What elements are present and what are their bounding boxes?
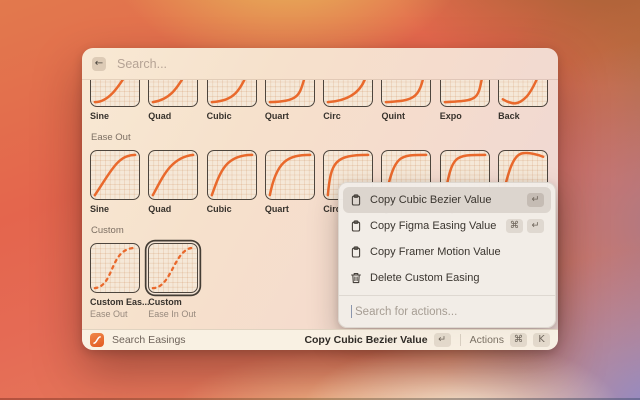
easing-card[interactable] — [148, 80, 198, 107]
easing-curve-thumbnail — [91, 244, 139, 292]
easing-cell: Back — [498, 80, 548, 121]
action-menu-item[interactable]: Copy Cubic Bezier Value ↵ — [343, 187, 551, 213]
easing-label: Cubic — [207, 204, 232, 214]
easing-label: Custom Eas... — [90, 297, 150, 307]
easing-label: Circ — [323, 111, 341, 121]
action-label: Copy Figma Easing Value — [370, 220, 498, 232]
easing-card[interactable] — [323, 80, 373, 107]
easing-cell: Cubic — [207, 80, 257, 121]
easing-subtitle: Ease Out — [90, 309, 128, 319]
arrow-left-icon: ← — [95, 57, 103, 71]
easing-cell: Quart — [265, 150, 315, 214]
easing-cell: Quart — [265, 80, 315, 121]
easing-cell: Circ — [323, 80, 373, 121]
easing-curve-thumbnail — [208, 151, 256, 199]
command-key-badge: ⌘ — [510, 333, 527, 347]
easing-cell: Sine — [90, 80, 140, 121]
easing-card[interactable] — [265, 80, 315, 107]
status-bar: Search Easings Copy Cubic Bezier Value ↵… — [82, 329, 558, 350]
trash-icon — [350, 272, 362, 284]
easing-label: Sine — [90, 204, 109, 214]
easing-curve-thumbnail — [149, 244, 197, 292]
shortcut-keys: ⌘↵ — [506, 219, 544, 233]
easing-cell: Quad — [148, 150, 198, 214]
easing-curve-thumbnail — [499, 80, 547, 106]
easing-curve-thumbnail — [324, 80, 372, 106]
easing-cell: Sine — [90, 150, 140, 214]
easing-card[interactable] — [207, 150, 257, 200]
section-header: Ease Out — [91, 133, 550, 143]
footer-divider — [460, 334, 461, 346]
easing-cell: Quint — [381, 80, 431, 121]
easing-curve-thumbnail — [91, 151, 139, 199]
easing-curve-thumbnail — [266, 80, 314, 106]
key-badge: ⌘ — [506, 219, 523, 233]
action-label: Delete Custom Easing — [370, 272, 536, 284]
easings-app-icon — [90, 333, 104, 347]
action-menu-item[interactable]: Copy Framer Motion Value — [343, 239, 551, 265]
actions-search-input[interactable]: Search for actions... — [339, 295, 555, 327]
easing-label: Custom — [148, 297, 182, 307]
easing-card[interactable] — [207, 80, 257, 107]
launcher-window: ← Sine Quad Cubic Quart Circ Quint Expo Back Eas… — [82, 48, 558, 350]
actions-search-placeholder: Search for actions... — [353, 306, 457, 318]
easing-curve-thumbnail — [441, 80, 489, 106]
easing-card[interactable] — [90, 150, 140, 200]
easing-section: Sine Quad Cubic Quart Circ Quint Expo Back — [90, 80, 550, 121]
return-key-badge: ↵ — [434, 333, 451, 347]
key-badge: ↵ — [527, 193, 544, 207]
action-menu-item[interactable]: Copy Figma Easing Value⌘↵ — [343, 213, 551, 239]
easing-curve-thumbnail — [382, 80, 430, 106]
easing-card[interactable] — [498, 80, 548, 107]
action-menu-item[interactable]: Delete Custom Easing — [343, 265, 551, 291]
easing-label: Expo — [440, 111, 462, 121]
actions-menu: Copy Cubic Bezier Value ↵ Copy Figma Easin… — [338, 182, 556, 328]
text-caret — [351, 305, 352, 318]
clipboard-icon — [350, 220, 362, 232]
easing-cell: Quad — [148, 80, 198, 121]
easing-curve-thumbnail — [266, 151, 314, 199]
clipboard-icon — [350, 194, 362, 206]
actions-button[interactable]: Actions — [470, 334, 504, 346]
easing-cell: Expo — [440, 80, 490, 121]
easing-subtitle: Ease In Out — [148, 309, 196, 319]
easing-card[interactable] — [381, 80, 431, 107]
easing-card[interactable] — [148, 243, 198, 293]
easing-card[interactable] — [90, 80, 140, 107]
easing-card[interactable] — [265, 150, 315, 200]
easing-card[interactable] — [90, 243, 140, 293]
search-header: ← — [82, 48, 558, 80]
desktop-wallpaper: ← Sine Quad Cubic Quart Circ Quint Expo Back Eas… — [0, 0, 640, 400]
easing-label: Cubic — [207, 111, 232, 121]
easing-card[interactable] — [440, 80, 490, 107]
easing-label: Quad — [148, 204, 171, 214]
shortcut-keys: ↵ — [527, 193, 544, 207]
search-input[interactable] — [115, 56, 548, 72]
easing-card[interactable] — [148, 150, 198, 200]
easing-curve-thumbnail — [149, 151, 197, 199]
easing-cell: Custom Ease In Out — [148, 243, 198, 319]
easing-curve-thumbnail — [149, 80, 197, 106]
easing-cell: Cubic — [207, 150, 257, 214]
key-badge: ↵ — [527, 219, 544, 233]
easing-label: Quad — [148, 111, 171, 121]
easing-curve-thumbnail — [208, 80, 256, 106]
easing-label: Quart — [265, 204, 289, 214]
app-name-label: Search Easings — [112, 334, 186, 346]
easing-label: Quint — [381, 111, 405, 121]
easing-label: Back — [498, 111, 520, 121]
k-key-badge: K — [533, 333, 550, 347]
action-label: Copy Cubic Bezier Value — [370, 194, 519, 206]
easing-label: Sine — [90, 111, 109, 121]
easing-curve-thumbnail — [91, 80, 139, 106]
easing-cell: Custom Eas...Ease Out — [90, 243, 140, 319]
clipboard-icon — [350, 246, 362, 258]
actions-menu-items: Copy Cubic Bezier Value ↵ Copy Figma Easin… — [339, 183, 555, 295]
action-label: Copy Framer Motion Value — [370, 246, 536, 258]
easing-row: Sine Quad Cubic Quart Circ Quint Expo Back — [90, 80, 550, 121]
primary-action-label[interactable]: Copy Cubic Bezier Value — [304, 334, 427, 346]
back-button[interactable]: ← — [92, 57, 106, 71]
easing-label: Quart — [265, 111, 289, 121]
